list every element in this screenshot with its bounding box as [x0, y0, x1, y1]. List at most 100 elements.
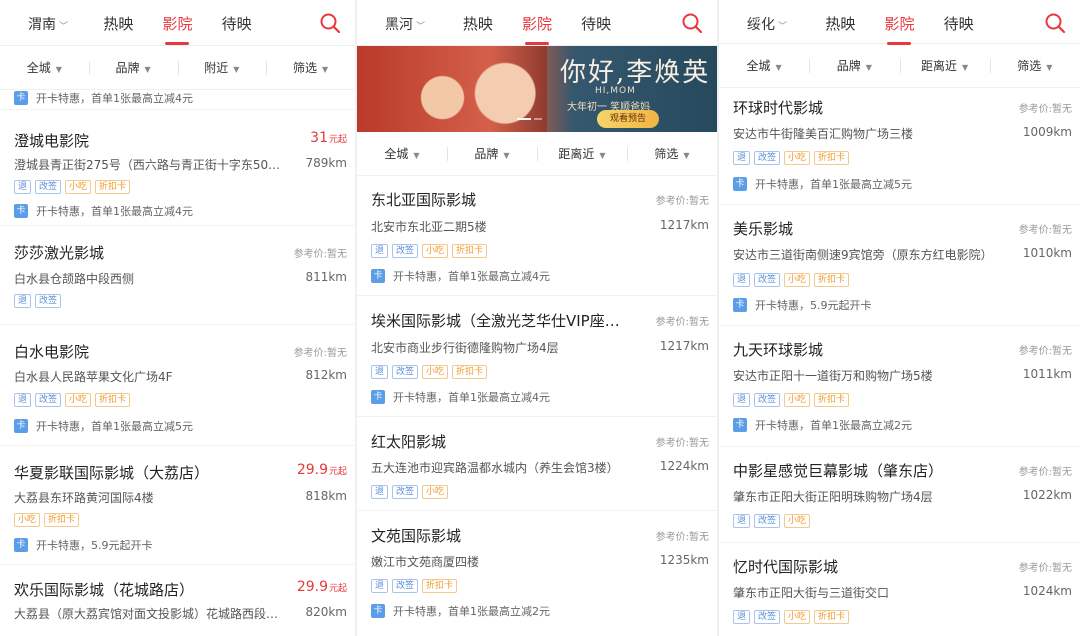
- cinema-address: 北安市商业步行街德隆购物广场4层: [371, 341, 559, 355]
- cinema-list: 东北亚国际影城 参考价:暂无 北安市东北亚二期5楼 1217km 退 改签 小吃…: [357, 176, 717, 631]
- caret-down-icon: ▼: [865, 63, 872, 72]
- tag-refund: 退: [371, 485, 389, 499]
- cinema-name: 东北亚国际影城: [371, 191, 477, 209]
- cinema-card[interactable]: 中影星感觉巨幕影城（肇东店） 参考价:暂无 肇东市正阳大街正阳明珠购物广场4层 …: [719, 447, 1080, 543]
- filter-more[interactable]: 筛选 ▼: [627, 145, 717, 162]
- panel-heihe: 黑河 ﹀ 热映 影院 待映 你好,李焕英 HI,MOM 大年初一 笑顺爸妈 观看预…: [357, 0, 717, 636]
- cinema-name: 莎莎激光影城: [14, 244, 105, 262]
- main-tabs: 热映 影院 待映: [357, 13, 717, 45]
- card-promo: 卡开卡特惠，首单1张最高立减5元: [14, 418, 193, 434]
- min-price: 29.9元起: [296, 579, 347, 595]
- tag-discount-card: 折扣卡: [422, 579, 458, 593]
- tag-refund: 退: [371, 244, 389, 258]
- cinema-card[interactable]: 环球时代影城 参考价:暂无 安达市牛街隆美百汇购物广场三楼 1009km 退 改…: [719, 88, 1080, 205]
- caret-down-icon: ▼: [1046, 63, 1053, 72]
- cinema-name: 埃米国际影城（全激光芝华仕VIP座…: [371, 312, 620, 330]
- tag-reschedule: 改签: [754, 393, 781, 407]
- filter-brand[interactable]: 品牌 ▼: [447, 145, 537, 162]
- tab-coming-soon[interactable]: 待映: [944, 13, 974, 34]
- tab-coming-soon[interactable]: 待映: [581, 13, 611, 34]
- filter-more[interactable]: 筛选 ▼: [989, 57, 1080, 74]
- card-promo: 卡开卡特惠，首单1张最高立减4元: [14, 90, 193, 106]
- search-icon[interactable]: [681, 12, 703, 34]
- distance: 1217km: [659, 218, 709, 232]
- feature-tags: 退 改签 小吃 折扣卡: [733, 610, 853, 624]
- top-nav: 黑河 ﹀ 热映 影院 待映: [357, 0, 717, 46]
- search-icon[interactable]: [319, 12, 341, 34]
- card-promo: 卡开卡特惠，首单1张最高立减5元: [733, 176, 912, 192]
- min-price: 31元起: [310, 130, 347, 146]
- cinema-address: 大荔县东环路黄河国际4楼: [14, 491, 154, 505]
- caret-down-icon: ▼: [413, 151, 420, 160]
- cinema-list: 环球时代影城 参考价:暂无 安达市牛街隆美百汇购物广场三楼 1009km 退 改…: [719, 88, 1080, 636]
- cinema-card[interactable]: 文苑国际影城 参考价:暂无 嫩江市文苑商厦四楼 1235km 退 改签 折扣卡 …: [357, 511, 717, 631]
- reference-price: 参考价:暂无: [293, 348, 347, 359]
- feature-tags: 退 改签 小吃 折扣卡: [733, 273, 853, 287]
- card-promo: 卡开卡特惠，首单1张最高立减2元: [371, 603, 550, 619]
- tab-cinemas[interactable]: 影院: [522, 13, 552, 45]
- filter-brand[interactable]: 品牌 ▼: [809, 57, 899, 74]
- card-icon: 卡: [733, 177, 747, 191]
- filter-distance[interactable]: 距离近 ▼: [537, 145, 627, 162]
- filter-bar: 全城 ▼ 品牌 ▼ 距离近 ▼ 筛选 ▼: [357, 132, 717, 176]
- filter-more[interactable]: 筛选 ▼: [266, 59, 355, 76]
- filter-distance[interactable]: 距离近 ▼: [899, 57, 990, 74]
- cinema-address: 大荔县（原大荔宾馆对面文投影城）花城路西段…: [14, 607, 279, 621]
- cinema-card[interactable]: 红太阳影城 参考价:暂无 五大连池市迎宾路温都水城内（养生会馆3楼） 1224k…: [357, 417, 717, 511]
- cinema-card[interactable]: 九天环球影城 参考价:暂无 安达市正阳十一道街万和购物广场5楼 1011km 退…: [719, 326, 1080, 447]
- tab-cinemas[interactable]: 影院: [162, 13, 193, 45]
- caret-down-icon: ▼: [55, 65, 62, 74]
- tab-coming-soon[interactable]: 待映: [222, 13, 252, 34]
- movie-banner[interactable]: 你好,李焕英 HI,MOM 大年初一 笑顺爸妈 观看预告: [357, 46, 717, 132]
- tag-snack: 小吃: [784, 610, 811, 624]
- cinema-card[interactable]: 白水电影院 参考价:暂无 白水县人民路苹果文化广场4F 812km 退 改签 小…: [0, 325, 355, 446]
- cinema-card[interactable]: 埃米国际影城（全激光芝华仕VIP座… 参考价:暂无 北安市商业步行街德隆购物广场…: [357, 296, 717, 417]
- cinema-card[interactable]: 美乐影城 参考价:暂无 安达市三道街南侧速9宾馆旁（原东方红电影院） 1010k…: [719, 205, 1080, 326]
- distance: 789km: [305, 156, 347, 170]
- tab-now-showing[interactable]: 热映: [825, 13, 855, 34]
- tag-discount-card: 折扣卡: [95, 180, 131, 194]
- filter-distance[interactable]: 附近 ▼: [177, 59, 267, 76]
- distance: 1011km: [1022, 367, 1072, 381]
- tag-snack: 小吃: [422, 485, 449, 499]
- banner-subtitle-en: HI,MOM: [595, 86, 636, 96]
- tab-now-showing[interactable]: 热映: [103, 13, 133, 34]
- filter-area[interactable]: 全城 ▼: [0, 59, 89, 76]
- distance: 1217km: [659, 339, 709, 353]
- tag-reschedule: 改签: [392, 485, 419, 499]
- distance: 820km: [305, 605, 347, 619]
- distance: 811km: [305, 270, 347, 284]
- reference-price: 参考价:暂无: [1018, 225, 1072, 236]
- search-icon[interactable]: [1044, 12, 1066, 34]
- cinema-address: 澄城县青正街275号（西六路与青正街十字东50…: [14, 158, 281, 172]
- cinema-card[interactable]: 东北亚国际影城 参考价:暂无 北安市东北亚二期5楼 1217km 退 改签 小吃…: [357, 176, 717, 296]
- cinema-name: 白水电影院: [14, 343, 90, 361]
- tag-snack: 小吃: [422, 365, 449, 379]
- cinema-card[interactable]: 莎莎激光影城 参考价:暂无 白水县仓颉路中段西侧 811km 退 改签: [0, 226, 355, 325]
- cinema-card[interactable]: 欢乐国际影城（花城路店） 29.9元起 大荔县（原大荔宾馆对面文投影城）花城路西…: [0, 565, 355, 635]
- tab-now-showing[interactable]: 热映: [463, 13, 493, 34]
- cinema-card[interactable]: 忆时代国际影城 参考价:暂无 肇东市正阳大街与三道街交口 1024km 退 改签…: [719, 543, 1080, 636]
- carousel-indicator: [517, 105, 545, 124]
- filter-brand[interactable]: 品牌 ▼: [88, 59, 178, 76]
- filter-area[interactable]: 全城 ▼: [357, 145, 447, 162]
- watch-trailer-button[interactable]: 观看预告: [597, 110, 659, 128]
- feature-tags: 退 改签: [14, 294, 65, 308]
- tab-cinemas[interactable]: 影院: [884, 13, 915, 45]
- tag-discount-card: 折扣卡: [95, 393, 131, 407]
- tag-snack: 小吃: [784, 151, 811, 165]
- cinema-name: 红太阳影城: [371, 433, 447, 451]
- card-icon: 卡: [371, 390, 385, 404]
- tag-refund: 退: [733, 393, 751, 407]
- cinema-card[interactable]: 澄城电影院 31元起 澄城县青正街275号（西六路与青正街十字东50… 789k…: [0, 110, 355, 226]
- tag-snack: 小吃: [784, 514, 811, 528]
- cinema-card[interactable]: 华夏影联国际影城（大荔店） 29.9元起 大荔县东环路黄河国际4楼 818km …: [0, 446, 355, 565]
- cinema-card-partial[interactable]: 卡开卡特惠，首单1张最高立减4元: [0, 90, 355, 110]
- tag-refund: 退: [733, 151, 751, 165]
- caret-down-icon: ▼: [233, 65, 240, 74]
- filter-area[interactable]: 全城 ▼: [719, 57, 809, 74]
- reference-price: 参考价:暂无: [655, 317, 709, 328]
- cinema-name: 华夏影联国际影城（大荔店）: [14, 464, 210, 482]
- card-icon: 卡: [733, 418, 747, 432]
- distance: 1024km: [1022, 584, 1072, 598]
